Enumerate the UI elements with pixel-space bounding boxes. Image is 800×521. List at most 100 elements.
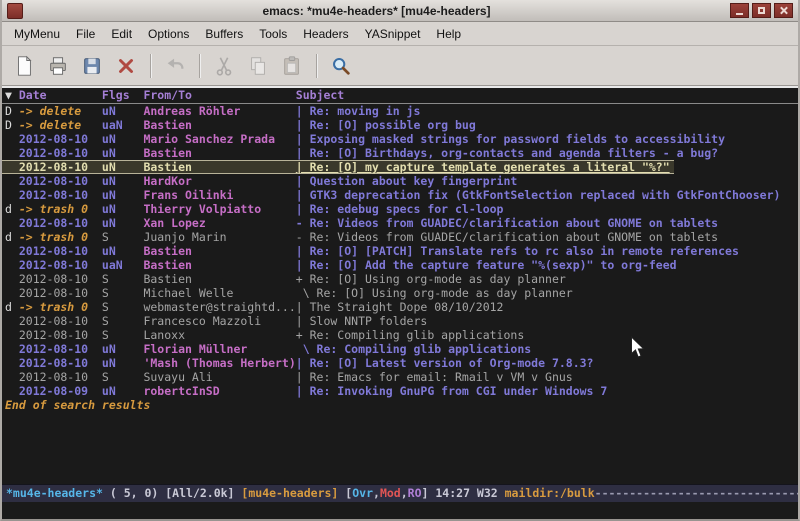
flags-column: S	[102, 300, 144, 314]
message-row[interactable]: 2012-08-10uNXan Lopez- Re: Videos from G…	[2, 216, 798, 230]
menu-item-edit[interactable]: Edit	[103, 23, 140, 45]
mark-column: d	[5, 202, 19, 216]
message-row[interactable]: 2012-08-10SFrancesco Mazzoli| Slow NNTP …	[2, 314, 798, 328]
date-column: 2012-08-10	[19, 342, 102, 356]
flags-column: uN	[102, 146, 144, 160]
subject-column: | Re: edebug specs for cl-loop	[296, 202, 504, 216]
close-buffer-button[interactable]	[112, 52, 140, 80]
header-from[interactable]: From/To	[143, 88, 295, 103]
header-date[interactable]: Date	[19, 88, 102, 103]
menu-item-mymenu[interactable]: MyMenu	[6, 23, 68, 45]
from-column: Bastien	[143, 244, 295, 258]
subject-column: | Re: [O] my capture template generates …	[296, 160, 670, 174]
subject-column: | Slow NNTP folders	[296, 314, 428, 328]
close-buffer-icon	[115, 55, 137, 77]
undo-icon	[164, 55, 186, 77]
from-column: Thierry Volpiatto	[143, 202, 295, 216]
message-row[interactable]: 2012-08-10uNHardKor| Question about key …	[2, 174, 798, 188]
modeline-plain: ,	[373, 486, 380, 500]
copy-button[interactable]	[244, 52, 272, 80]
cut-icon	[213, 55, 235, 77]
message-row-current[interactable]: 2012-08-10uNBastien| Re: [O] my capture …	[2, 160, 674, 174]
message-row[interactable]: 2012-08-10SSuvayu Ali| Re: Emacs for ema…	[2, 370, 798, 384]
message-row[interactable]: d-> trash 0Swebmaster@straightd...| The …	[2, 300, 798, 314]
menu-item-headers[interactable]: Headers	[295, 23, 356, 45]
flags-column: uN	[102, 104, 144, 118]
message-row[interactable]: 2012-08-10uNMario Sanchez Prada| Exposin…	[2, 132, 798, 146]
message-row[interactable]: D-> deleteuaNBastien| Re: [O] possible o…	[2, 118, 798, 132]
new-file-button[interactable]	[10, 52, 38, 80]
undo-button[interactable]	[161, 52, 189, 80]
modeline-dashes: ----------------------------------------…	[595, 486, 798, 500]
menu-item-file[interactable]: File	[68, 23, 103, 45]
subject-column: | Re: [O] Add the capture feature "%(sex…	[296, 258, 677, 272]
from-column: HardKor	[143, 174, 295, 188]
from-column: Bastien	[143, 272, 295, 286]
date-column: 2012-08-10	[19, 146, 102, 160]
from-column: Juanjo Marin	[143, 230, 295, 244]
message-row[interactable]: 2012-08-10uNBastien| Re: [O] Birthdays, …	[2, 146, 798, 160]
message-row[interactable]: 2012-08-10uN'Mash (Thomas Herbert)| Re: …	[2, 356, 798, 370]
message-row[interactable]: 2012-08-10uNFlorian Müllner \ Re: Compil…	[2, 342, 798, 356]
message-row[interactable]: 2012-08-10uNFrans Oilinki| GTK3 deprecat…	[2, 188, 798, 202]
date-column: -> trash 0	[19, 300, 102, 314]
date-column: 2012-08-10	[19, 356, 102, 370]
subject-column: | Exposing masked strings for password f…	[296, 132, 725, 146]
flags-column: uN	[102, 244, 144, 258]
message-row[interactable]: d-> trash 0SJuanjo Marin- Re: Videos fro…	[2, 230, 798, 244]
modeline-buffer-name: *mu4e-headers*	[6, 486, 103, 500]
headers-buffer: ▼DateFlgsFrom/ToSubject D-> deleteuNAndr…	[2, 88, 798, 484]
flags-column: S	[102, 286, 144, 300]
subject-column: | Re: moving in js	[296, 104, 421, 118]
date-column: -> delete	[19, 104, 102, 118]
mark-column: d	[5, 300, 19, 314]
window-menu-icon[interactable]	[7, 3, 23, 19]
paste-button[interactable]	[278, 52, 306, 80]
from-column: Bastien	[143, 161, 295, 173]
menu-item-buffers[interactable]: Buffers	[197, 23, 251, 45]
from-column: Michael Welle	[143, 286, 295, 300]
date-column: -> delete	[19, 118, 102, 132]
maximize-button[interactable]	[752, 3, 771, 18]
message-row[interactable]: 2012-08-10uNBastien| Re: [O] [PATCH] Tra…	[2, 244, 798, 258]
modeline-orange: maildir:/bulk	[505, 486, 595, 500]
from-column: Bastien	[143, 146, 295, 160]
new-file-icon	[13, 55, 35, 77]
date-column: -> trash 0	[19, 230, 102, 244]
header-flags[interactable]: Flgs	[102, 88, 144, 103]
flags-column: uN	[102, 384, 144, 398]
from-column: Andreas Röhler	[143, 104, 295, 118]
menu-item-options[interactable]: Options	[140, 23, 197, 45]
toolbar-separator	[316, 54, 317, 78]
message-row[interactable]: d-> trash 0uNThierry Volpiatto| Re: edeb…	[2, 202, 798, 216]
message-row[interactable]: D-> deleteuNAndreas Röhler| Re: moving i…	[2, 104, 798, 118]
message-row[interactable]: 2012-08-10SMichael Welle \ Re: [O] Using…	[2, 286, 798, 300]
message-row[interactable]: 2012-08-10SLanoxx+ Re: Compiling glib ap…	[2, 328, 798, 342]
message-row[interactable]: 2012-08-10SBastien+ Re: [O] Using org-mo…	[2, 272, 798, 286]
sort-indicator-icon[interactable]: ▼	[5, 88, 19, 103]
print-button[interactable]	[44, 52, 72, 80]
menu-item-help[interactable]: Help	[428, 23, 469, 45]
toolbar-separator	[150, 54, 151, 78]
date-column: 2012-08-10	[19, 328, 102, 342]
message-list: D-> deleteuNAndreas Röhler| Re: moving i…	[2, 104, 798, 398]
flags-column: S	[102, 370, 144, 384]
close-button[interactable]	[774, 3, 793, 18]
modeline-cyan: Ovr	[352, 486, 373, 500]
message-row[interactable]: 2012-08-10uaNBastien| Re: [O] Add the ca…	[2, 258, 798, 272]
menu-item-yasnippet[interactable]: YASnippet	[357, 23, 429, 45]
cut-button[interactable]	[210, 52, 238, 80]
from-column: Mario Sanchez Prada	[143, 132, 295, 146]
minimize-icon	[736, 13, 743, 15]
minimize-button[interactable]	[730, 3, 749, 18]
modeline-plain: ,	[401, 486, 408, 500]
search-button[interactable]	[327, 52, 355, 80]
subject-column: \ Re: Compiling glib applications	[296, 342, 531, 356]
menu-item-tools[interactable]: Tools	[251, 23, 295, 45]
flags-column: uaN	[102, 258, 144, 272]
from-column: Xan Lopez	[143, 216, 295, 230]
save-button[interactable]	[78, 52, 106, 80]
header-subject[interactable]: Subject	[296, 88, 344, 102]
echo-area	[2, 502, 798, 519]
message-row[interactable]: 2012-08-09uNrobertcInSD| Re: Invoking Gn…	[2, 384, 798, 398]
